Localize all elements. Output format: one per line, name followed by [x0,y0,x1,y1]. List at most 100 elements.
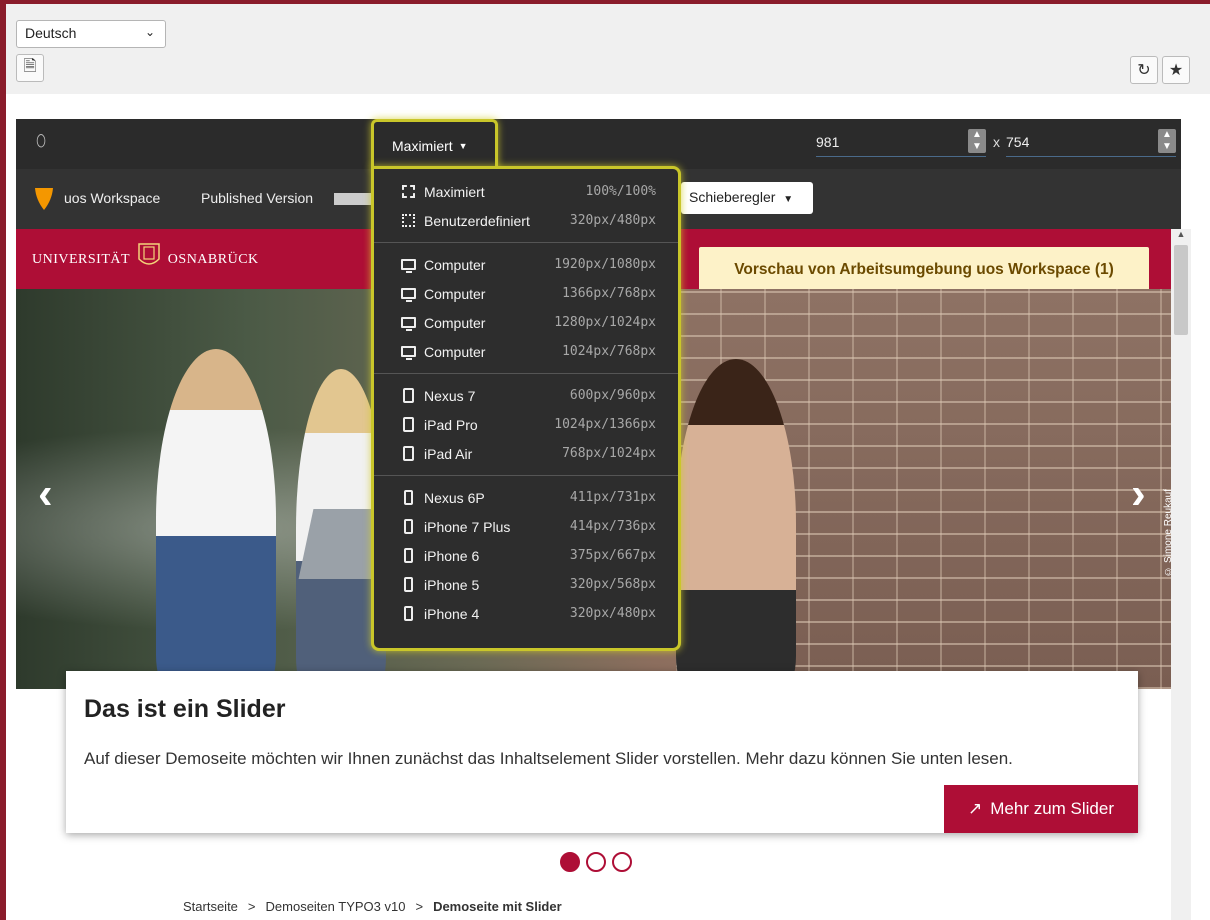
preset-option-label: iPhone 4 [424,605,480,622]
maximize-icon [400,185,416,199]
monitor-icon [400,287,416,302]
slider-mode-select[interactable]: Schieberegler ▼ [681,182,813,214]
preset-option-label: iPhone 6 [424,547,480,564]
preset-option-label: Nexus 6P [424,489,485,506]
preset-option-resolution: 320px/480px [569,213,656,228]
preset-dropdown-menu: Maximiert 100%/100% Benutzerdefiniert 320px… [371,166,681,651]
tablet-icon [400,388,416,403]
logo-text-left: UNIVERSITÄT [32,252,130,268]
person-left [156,349,276,689]
preset-option-label: Computer [424,343,486,360]
preset-option-label: Computer [424,256,486,273]
breadcrumb-item-current: Demoseite mit Slider [433,899,562,914]
preset-option[interactable]: Computer 1280px/1024px [374,308,678,337]
slider-dot-1[interactable] [560,852,580,872]
preset-option-label: iPhone 7 Plus [424,518,511,535]
breadcrumb-item-home[interactable]: Startseite [183,899,238,914]
workspace-name: uos Workspace [64,190,161,206]
preset-option-label: Maximiert [424,183,485,200]
preset-option[interactable]: iPhone 4 320px/480px [374,599,678,628]
monitor-icon [400,258,416,273]
university-logo[interactable]: UNIVERSITÄT OSNABRÜCK [32,243,259,271]
phone-icon [400,519,416,534]
preset-option[interactable]: iPad Air 768px/1024px [374,439,678,468]
preset-option[interactable]: Computer 1366px/768px [374,279,678,308]
preset-option-resolution: 375px/667px [569,548,656,563]
chevron-down-icon: ⌄ [144,25,155,39]
preset-option-resolution: 100%/100% [585,184,656,199]
slider-dot-2[interactable] [586,852,606,872]
version-slider[interactable] [334,193,376,205]
refresh-button[interactable]: ↻ [1130,56,1158,84]
view-page-button[interactable]: 🗎 [16,54,44,82]
menu-divider [374,373,678,374]
more-about-slider-button[interactable]: ↗ Mehr zum Slider [944,785,1138,833]
tablet-icon [400,446,416,461]
width-value: 981 [816,134,840,150]
slider-text: Auf dieser Demoseite möchten wir Ihnen z… [84,749,1013,768]
preset-option[interactable]: iPhone 6 375px/667px [374,541,678,570]
phone-icon [400,490,416,505]
preset-option[interactable]: Computer 1920px/1080px [374,250,678,279]
preset-option-label: Computer [424,285,486,302]
preset-option-label: Nexus 7 [424,387,476,404]
dimension-separator: x [993,134,1000,150]
language-select[interactable]: Deutsch ⌄ [16,20,166,48]
backend-toolbar: Deutsch ⌄ 🗎 ↻ ★ [6,4,1210,94]
slider-caption: Das ist ein Slider Auf dieser Demoseite … [66,671,1138,833]
preset-option[interactable]: Nexus 7 600px/960px [374,381,678,410]
height-input[interactable]: 754 [1006,131,1176,157]
menu-divider [374,242,678,243]
preset-option-resolution: 320px/480px [569,606,656,621]
workspace-preview-notice: Vorschau von Arbeitsumgebung uos Workspa… [699,247,1149,293]
scroll-up-arrow[interactable]: ▲ [1171,229,1191,243]
slider-dot-3[interactable] [612,852,632,872]
phone-icon [400,577,416,592]
published-version-label: Published Version [201,190,314,206]
preset-option-label: Computer [424,314,486,331]
preset-option[interactable]: Maximiert 100%/100% [374,177,678,206]
preset-option[interactable]: iPhone 7 Plus 414px/736px [374,512,678,541]
preset-option[interactable]: iPad Pro 1024px/1366px [374,410,678,439]
breadcrumb-item-demos[interactable]: Demoseiten TYPO3 v10 [266,899,406,914]
preset-selected-label: Maximiert [392,137,453,154]
phone-icon [400,548,416,563]
university-crest-icon [138,243,160,265]
preview-toolbar: ⬯ 981 ▲ ▼ x 754 ▲ ▼ [16,119,1181,169]
preset-option-label: iPad Air [424,445,473,462]
preset-option-resolution: 414px/736px [569,519,656,534]
language-select-value: Deutsch [25,25,77,41]
preset-option[interactable]: Nexus 6P 411px/731px [374,483,678,512]
monitor-icon [400,316,416,331]
preset-option[interactable]: iPhone 5 320px/568px [374,570,678,599]
preset-option-resolution: 1280px/1024px [554,315,656,330]
bookmark-button[interactable]: ★ [1162,56,1190,84]
rotate-orientation-icon[interactable]: ⬯ [36,133,46,151]
custom-size-icon [400,214,416,228]
preset-option-resolution: 1024px/1366px [554,417,656,432]
refresh-icon: ↻ [1137,62,1151,79]
height-stepper[interactable]: ▲ ▼ [1158,129,1176,153]
preview-scrollbar[interactable]: ▲ [1171,229,1191,920]
person-right [676,359,796,689]
external-arrow-icon: ↗ [967,799,983,818]
breadcrumb-separator: > [415,899,424,914]
slider-pagination [560,852,632,872]
preset-option[interactable]: Benutzerdefiniert 320px/480px [374,206,678,235]
width-input[interactable]: 981 [816,131,986,157]
monitor-icon [400,345,416,360]
slider-next-arrow[interactable]: › [1131,469,1146,519]
preset-option-resolution: 768px/1024px [562,446,656,461]
preset-option-resolution: 320px/568px [569,577,656,592]
preset-option[interactable]: Computer 1024px/768px [374,337,678,366]
preset-option-resolution: 1366px/768px [562,286,656,301]
breadcrumb: Startseite > Demoseiten TYPO3 v10 > Demo… [183,899,562,914]
preset-dropdown-toggle[interactable]: Maximiert ▼ [371,119,498,169]
slider-title: Das ist ein Slider [84,695,286,723]
scroll-thumb[interactable] [1174,245,1188,335]
caret-down-icon: ▼ [458,140,468,151]
width-stepper[interactable]: ▲ ▼ [968,129,986,153]
slider-prev-arrow[interactable]: ‹ [38,469,53,519]
typo3-logo-icon [35,188,53,210]
slider-mode-value: Schieberegler [689,189,776,205]
